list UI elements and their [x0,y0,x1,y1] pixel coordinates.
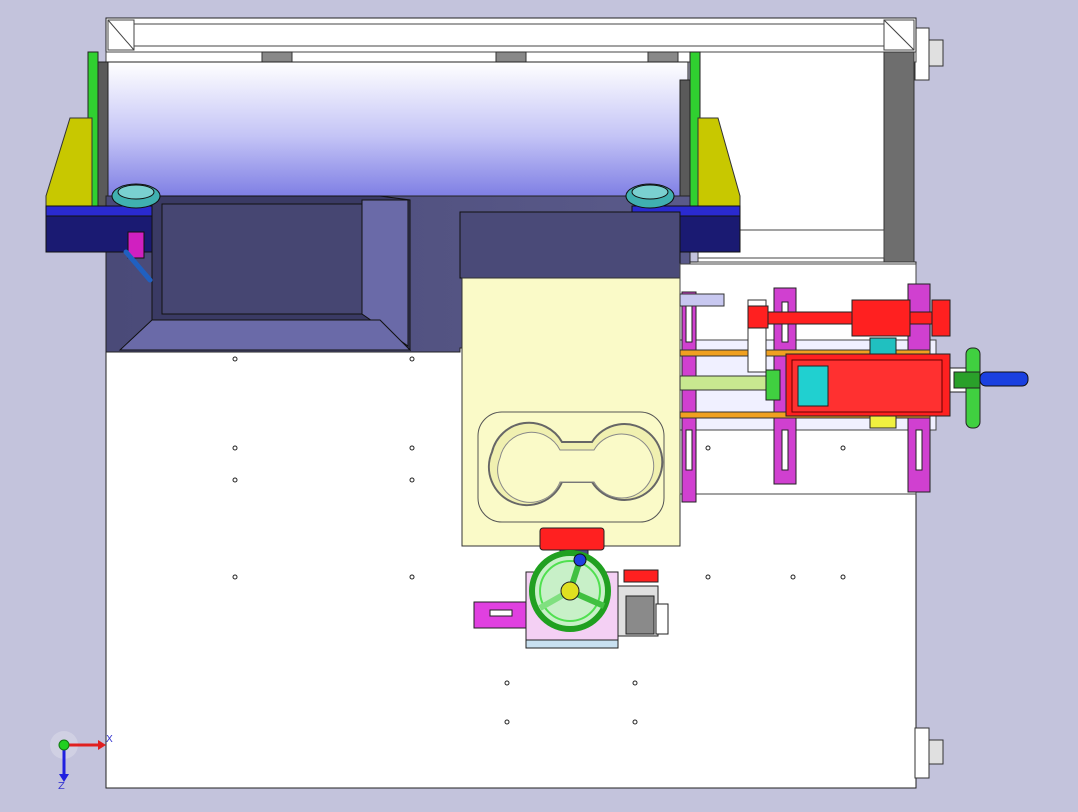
left-olive-bracket [45,117,93,207]
right-bearing-top [631,184,669,200]
roller-drum [93,61,691,213]
coordinate-triad: X Z [48,728,118,792]
right-mount-bolt-bottom [914,727,944,779]
cad-model [45,17,1029,789]
triad-graphic: X Z [50,731,113,792]
left-bearing-top [117,184,155,200]
feed-chute [459,211,681,279]
cad-viewport[interactable] [0,0,1078,808]
x-axis-label: X [106,734,113,745]
z-axis-label: Z [58,781,65,790]
origin-point [58,739,70,751]
yellow-mold-block [461,277,681,547]
right-mechanism [679,263,1029,503]
right-mount-bolt-top [914,27,944,81]
